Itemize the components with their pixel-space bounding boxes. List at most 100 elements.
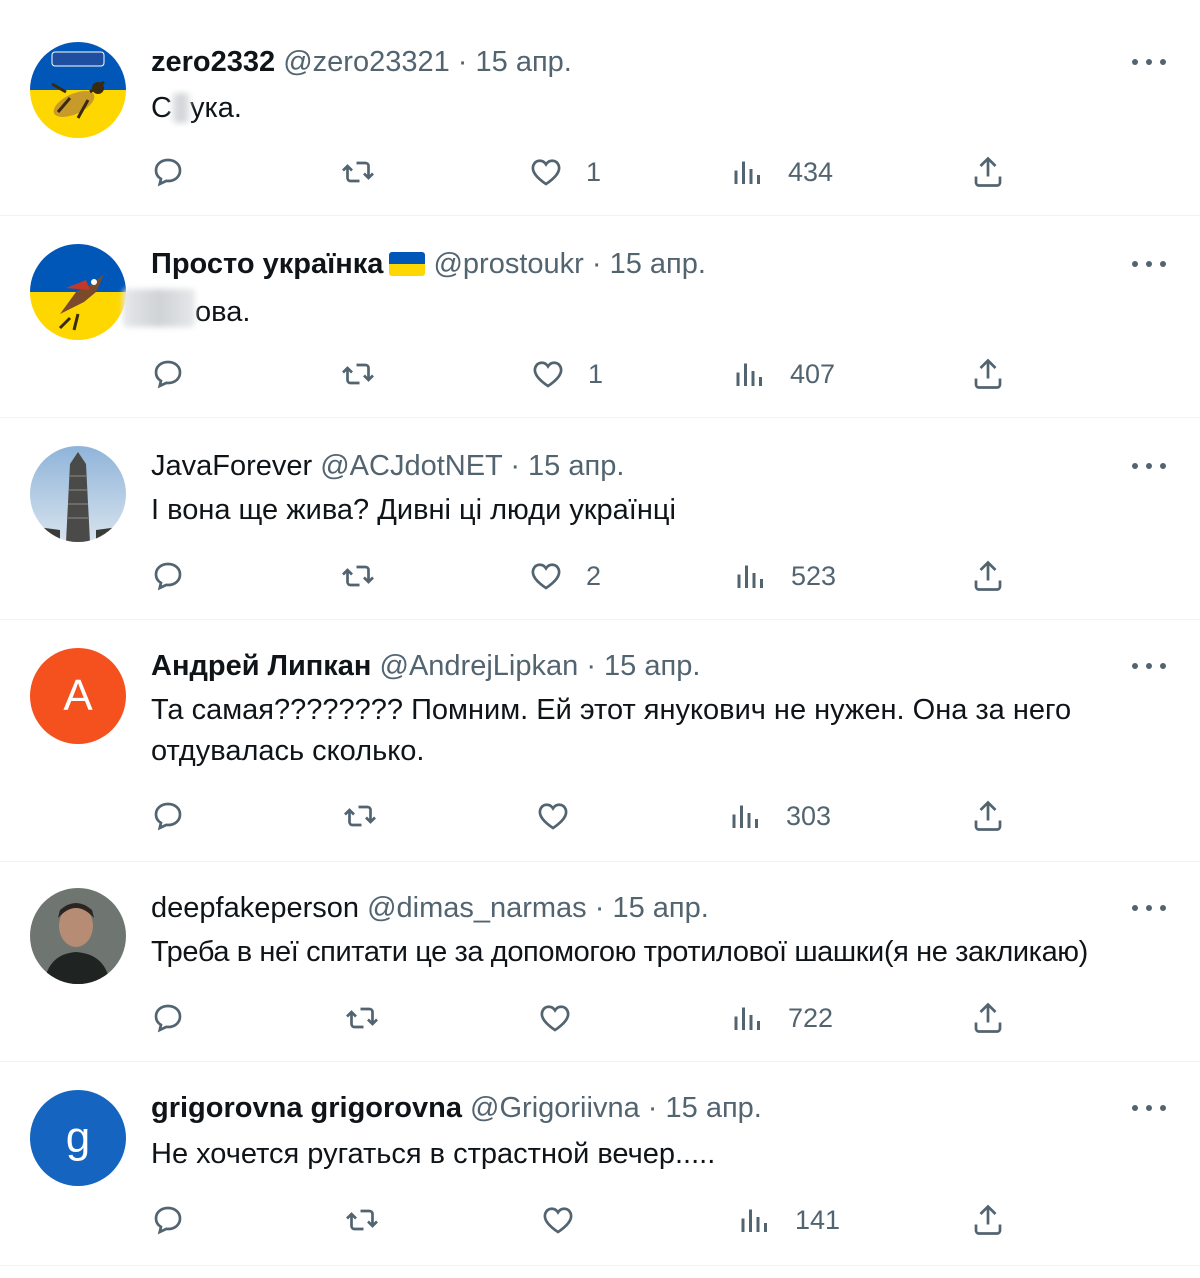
separator-dot: · [591,248,602,280]
avatar[interactable] [30,446,126,542]
tweet[interactable]: deepfakeperson @dimas_narmas · 15 апр. Т… [0,862,1200,1062]
author-name[interactable]: grigorovna grigorovna [151,1092,462,1124]
reply-button[interactable] [150,152,186,192]
more-dots-icon[interactable] [1132,654,1166,678]
like-button[interactable] [537,998,573,1038]
avatar[interactable] [30,244,126,340]
retweet-button[interactable] [340,556,376,596]
like-button[interactable]: 2 [528,556,601,596]
reply-icon [154,360,182,389]
heart-icon [533,361,563,388]
views-chart-icon [734,161,760,184]
like-button[interactable] [535,796,571,836]
reply-button[interactable] [150,354,186,394]
avatar-letter: A [63,671,93,720]
tweet-text: ова. [123,289,1161,333]
retweet-icon [342,161,374,183]
views-button[interactable]: 434 [730,152,833,192]
reply-button[interactable] [150,1200,186,1240]
heart-icon [531,159,561,186]
like-count: 1 [588,358,604,389]
separator-dot: · [586,650,596,682]
tweet[interactable]: A Андрей Липкан @AndrejLipkan · 15 апр. … [0,620,1200,862]
view-count: 434 [788,156,834,187]
tweet-text: Та самая???????? Помним. Ей этот янукови… [151,694,1072,767]
avatar[interactable] [30,42,126,138]
reply-button[interactable] [150,556,186,596]
retweet-button[interactable] [340,354,376,394]
tweet-text: Треба в неї спитати це за допомогою трот… [151,936,1088,968]
more-dots-icon[interactable] [1132,50,1166,74]
more-dots-icon[interactable] [1132,454,1166,478]
views-button[interactable]: 303 [728,796,831,836]
like-button[interactable]: 1 [530,354,603,394]
post-date[interactable]: 15 апр. [666,1092,762,1124]
more-dots-icon[interactable] [1132,1096,1166,1120]
post-date[interactable]: 15 апр. [476,46,572,78]
views-button[interactable]: 722 [730,998,833,1038]
author-name[interactable]: Просто українка [151,248,383,280]
share-button[interactable] [970,1200,1006,1240]
tweet-text-start: С [151,92,172,124]
more-dots-icon[interactable] [1132,252,1166,276]
share-button[interactable] [970,556,1006,596]
post-date[interactable]: 15 апр. [612,892,708,924]
post-date[interactable]: 15 апр. [604,650,700,682]
views-button[interactable]: 407 [732,354,835,394]
avatar-person-photo [30,888,126,984]
retweet-button[interactable] [340,152,376,192]
author-handle[interactable]: @AndrejLipkan [380,650,579,682]
author-handle[interactable]: @prostoukr [433,248,583,280]
like-button[interactable] [540,1200,576,1240]
views-chart-icon [734,1007,760,1030]
share-button[interactable] [970,354,1006,394]
tweet-actions: 1 407 [0,354,1200,394]
reply-button[interactable] [150,998,186,1038]
like-button[interactable]: 1 [528,152,601,192]
reply-icon [154,1004,182,1033]
separator-dot: · [647,1092,658,1124]
reply-button[interactable] [150,796,186,836]
avatar-ukraine-wasp-image [30,42,126,138]
blurred-censor [123,289,195,327]
author-handle[interactable]: @Grigoriivna [470,1092,640,1124]
author-handle[interactable]: @zero23321 [283,46,450,78]
share-icon [974,800,1002,831]
post-date[interactable]: 15 апр. [610,248,706,280]
view-count: 407 [790,358,836,389]
ukraine-flag-icon [389,252,426,276]
author-name[interactable]: Андрей Липкан [151,650,371,682]
share-button[interactable] [970,152,1006,192]
avatar[interactable]: A [30,648,126,744]
author-name[interactable]: zero2332 [151,46,275,78]
author-handle[interactable]: @ACJdotNET [320,450,502,482]
avatar[interactable]: g [30,1090,126,1186]
tweet[interactable]: g grigorovna grigorovna @Grigoriivna · 1… [0,1062,1200,1266]
views-chart-icon [732,805,758,828]
more-dots-icon[interactable] [1132,896,1166,920]
share-button[interactable] [970,998,1006,1038]
retweet-button[interactable] [344,1200,380,1240]
post-date[interactable]: 15 апр. [528,450,624,482]
heart-icon [538,803,568,830]
views-chart-icon [741,1209,767,1232]
avatar[interactable] [30,888,126,984]
share-button[interactable] [970,796,1006,836]
tweet[interactable]: zero2332 @zero23321 · 15 апр. Сука. 1 43… [0,0,1200,216]
share-icon [974,358,1002,389]
reply-icon [154,1206,182,1235]
author-name[interactable]: JavaForever [151,450,312,482]
views-button[interactable]: 141 [737,1200,840,1240]
avatar-tower-photo [30,446,126,542]
tweet[interactable]: Просто українка @prostoukr · 15 апр. ова… [0,216,1200,418]
author-handle[interactable]: @dimas_narmas [367,892,587,924]
retweet-button[interactable] [344,998,380,1038]
author-name[interactable]: deepfakeperson [151,892,359,924]
retweet-icon [342,363,374,385]
views-button[interactable]: 523 [733,556,836,596]
view-count: 303 [786,800,832,831]
tweet-text-end: ука. [189,92,242,124]
tweet[interactable]: JavaForever @ACJdotNET · 15 апр. І вона … [0,418,1200,620]
retweet-button[interactable] [342,796,378,836]
tweet-actions: 141 [0,1200,1200,1240]
